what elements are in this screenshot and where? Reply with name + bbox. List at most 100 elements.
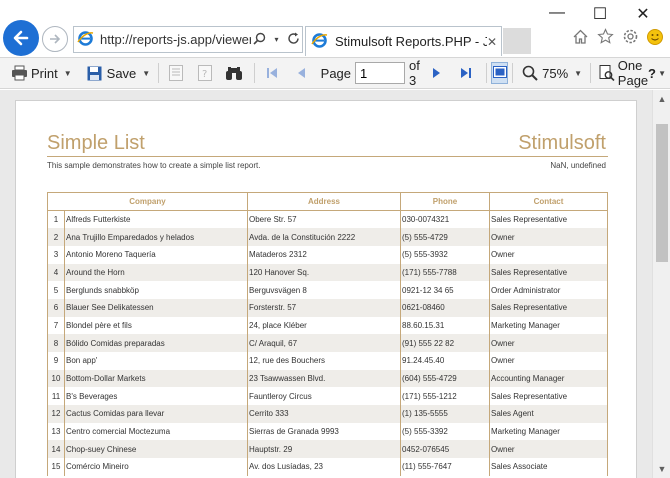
- find-button[interactable]: [221, 61, 250, 85]
- report-page: Simple List Stimulsoft This sample demon…: [15, 100, 637, 478]
- address-cell: Cerrito 333: [247, 405, 401, 423]
- address-cell: Obere Str. 57: [247, 210, 401, 229]
- document-question-icon: ?: [196, 64, 214, 82]
- view-mode-dropdown[interactable]: One Page ▼: [595, 58, 670, 88]
- contact-cell: Sales Representative: [489, 263, 608, 282]
- close-tab-icon[interactable]: ✕: [487, 35, 501, 49]
- contact-cell: Owner: [489, 352, 608, 370]
- phone-cell: (5) 555-4729: [400, 228, 490, 246]
- next-page-icon: [428, 64, 446, 82]
- one-page-icon: [599, 64, 615, 82]
- address-cell: Hauptstr. 29: [247, 440, 401, 459]
- feedback-smiley-icon[interactable]: [645, 28, 665, 51]
- address-cell: Avda. de la Constitución 2222: [247, 228, 401, 246]
- row-number-cell: 7: [47, 316, 65, 335]
- help-button[interactable]: ?: [648, 66, 656, 81]
- contact-cell: Sales Representative: [489, 387, 608, 406]
- minimize-button[interactable]: —: [540, 4, 574, 22]
- report-viewer: Simple List Stimulsoft This sample demon…: [0, 90, 652, 478]
- zoom-magnifier-icon: [521, 64, 539, 82]
- table-body: 1 Alfreds Futterkiste Obere Str. 57 030-007…: [47, 210, 608, 476]
- table-row: 14 Chop-suey Chinese Hauptstr. 29 0452-0765…: [47, 440, 608, 459]
- contact-cell: Accounting Manager: [489, 369, 608, 388]
- row-number-cell: 10: [47, 369, 65, 388]
- row-number-cell: 4: [47, 263, 65, 282]
- next-page-button[interactable]: [424, 61, 453, 85]
- chevron-down-icon[interactable]: ▾: [268, 35, 285, 44]
- back-button[interactable]: [3, 20, 39, 56]
- save-button[interactable]: Save ▼: [82, 61, 155, 85]
- scroll-up-icon[interactable]: ▲: [653, 94, 670, 104]
- forward-button[interactable]: [42, 26, 68, 52]
- address-cell: Sierras de Granada 9993: [247, 422, 401, 441]
- browser-chrome: http://reports-js.app/viewer ▾ Stimulsof…: [0, 0, 670, 56]
- table-row: 12 Cactus Comidas para llevar Cerrito 333(…: [47, 405, 608, 423]
- report-description: This sample demonstrates how to create a…: [47, 161, 261, 170]
- first-page-icon: [263, 64, 281, 82]
- contact-cell: Order Administrator: [489, 281, 608, 299]
- address-cell: Fauntleroy Circus: [247, 387, 401, 406]
- back-arrow-icon: [13, 30, 29, 46]
- maximize-button[interactable]: ☐: [583, 4, 617, 24]
- help-doc-button[interactable]: ?: [192, 61, 221, 85]
- home-icon[interactable]: [570, 28, 590, 51]
- address-cell: 24, place Kléber: [247, 316, 401, 335]
- company-cell: Blondel père et fils: [64, 316, 248, 335]
- address-bar[interactable]: http://reports-js.app/viewer ▾: [73, 26, 303, 53]
- toolbar-divider: [158, 63, 159, 83]
- table-row: 1 Alfreds Futterkiste Obere Str. 57 030-007…: [47, 210, 608, 229]
- report-toolbar: Print ▼ Save ▼ ? Page of 3: [0, 57, 670, 89]
- contact-cell: Sales Representative: [489, 210, 608, 229]
- row-number-cell: 1: [47, 210, 65, 229]
- binoculars-icon: [225, 64, 243, 82]
- search-icon[interactable]: [251, 32, 268, 48]
- forward-arrow-icon: [50, 34, 61, 44]
- url-text[interactable]: http://reports-js.app/viewer: [97, 32, 251, 47]
- phone-cell: 0621-08460: [400, 298, 490, 317]
- last-page-button[interactable]: [453, 61, 482, 85]
- new-tab-button[interactable]: [503, 28, 531, 54]
- browser-tab-active[interactable]: Stimulsoft Reports.PHP - JS... ✕: [305, 26, 502, 56]
- row-number-cell: 5: [47, 281, 65, 299]
- chevron-down-icon: ▼: [574, 68, 583, 78]
- company-cell: Bottom-Dollar Markets: [64, 369, 248, 388]
- scroll-down-icon[interactable]: ▼: [653, 464, 670, 474]
- zoom-dropdown[interactable]: 75% ▼: [517, 61, 586, 85]
- row-number-cell: 13: [47, 422, 65, 441]
- table-row: 5 Berglunds snabbköp Berguvsvägen 8 0921-12…: [47, 281, 608, 299]
- favorites-star-icon[interactable]: [595, 28, 615, 51]
- save-label: Save: [106, 65, 137, 81]
- column-header-address: Address: [247, 192, 401, 211]
- address-cell: C/ Araquil, 67: [247, 334, 401, 352]
- print-button[interactable]: Print ▼: [6, 61, 76, 85]
- phone-cell: (5) 555-3392: [400, 422, 490, 441]
- company-cell: Blauer See Delikatessen: [64, 298, 248, 317]
- scrollbar-thumb[interactable]: [656, 124, 668, 262]
- previous-page-icon: [292, 64, 310, 82]
- phone-cell: (91) 555 22 82: [400, 334, 490, 352]
- full-screen-icon: [492, 65, 507, 81]
- ie-logo-icon: [311, 32, 331, 52]
- address-cell: 23 Tsawwassen Blvd.: [247, 369, 401, 388]
- first-page-button[interactable]: [259, 61, 288, 85]
- close-window-button[interactable]: ✕: [626, 4, 660, 24]
- phone-cell: (5) 555-3932: [400, 245, 490, 264]
- row-number-cell: 8: [47, 334, 65, 352]
- row-number-cell: 6: [47, 298, 65, 317]
- previous-page-button[interactable]: [288, 61, 317, 85]
- address-cell: Berguvsvägen 8: [247, 281, 401, 299]
- gear-icon[interactable]: [620, 28, 640, 51]
- parameters-button[interactable]: [163, 61, 192, 85]
- chevron-down-icon: ▼: [142, 68, 151, 78]
- parameters-icon: [167, 64, 185, 82]
- refresh-icon[interactable]: [285, 32, 302, 48]
- company-cell: Ana Trujillo Emparedados y helados: [64, 228, 248, 246]
- title-divider: [47, 156, 608, 157]
- vertical-scrollbar[interactable]: ▲ ▼: [652, 90, 670, 478]
- company-cell: Cactus Comidas para llevar: [64, 405, 248, 423]
- company-cell: Bon app': [64, 352, 248, 370]
- phone-cell: (604) 555-4729: [400, 369, 490, 388]
- address-cell: Av. dos Lusíadas, 23: [247, 458, 401, 476]
- full-screen-toggle[interactable]: [490, 62, 509, 84]
- page-number-input[interactable]: [355, 62, 406, 84]
